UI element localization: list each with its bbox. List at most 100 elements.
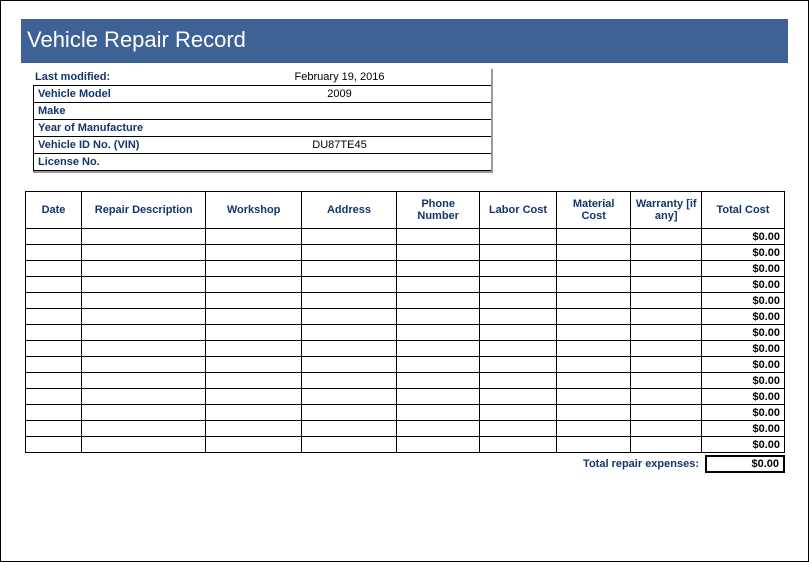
cell-address <box>301 245 396 261</box>
cell-workshop <box>206 293 301 309</box>
table-row: $0.00 <box>26 389 785 405</box>
table-row: $0.00 <box>26 437 785 453</box>
cell-workshop <box>206 309 301 325</box>
cell-desc <box>81 389 205 405</box>
cell-warranty <box>631 373 702 389</box>
cell-material <box>556 325 631 341</box>
cell-material <box>556 293 631 309</box>
cell-date <box>26 309 82 325</box>
cell-address <box>301 261 396 277</box>
license-value <box>188 153 491 171</box>
cell-material <box>556 245 631 261</box>
cell-address <box>301 309 396 325</box>
header-phone: Phone Number <box>397 192 480 229</box>
cell-warranty <box>631 245 702 261</box>
header-total: Total Cost <box>701 192 784 229</box>
header-workshop: Workshop <box>206 192 301 229</box>
cell-labor <box>480 405 557 421</box>
cell-warranty <box>631 277 702 293</box>
cell-date <box>26 437 82 453</box>
cell-date <box>26 325 82 341</box>
cell-material <box>556 277 631 293</box>
cell-workshop <box>206 229 301 245</box>
cell-phone <box>397 229 480 245</box>
cell-workshop <box>206 389 301 405</box>
make-label: Make <box>33 102 188 119</box>
cell-workshop <box>206 325 301 341</box>
cell-labor <box>480 341 557 357</box>
cell-labor <box>480 309 557 325</box>
cell-material <box>556 261 631 277</box>
cell-total: $0.00 <box>701 277 784 293</box>
repair-table: Date Repair Description Workshop Address… <box>25 191 785 453</box>
table-row: $0.00 <box>26 277 785 293</box>
cell-phone <box>397 357 480 373</box>
cell-total: $0.00 <box>701 229 784 245</box>
summary-label: Total repair expenses: <box>583 458 705 470</box>
cell-workshop <box>206 277 301 293</box>
cell-desc <box>81 245 205 261</box>
cell-warranty <box>631 309 702 325</box>
cell-total: $0.00 <box>701 245 784 261</box>
cell-address <box>301 277 396 293</box>
cell-labor <box>480 293 557 309</box>
cell-material <box>556 309 631 325</box>
cell-date <box>26 293 82 309</box>
cell-desc <box>81 357 205 373</box>
cell-address <box>301 325 396 341</box>
header-address: Address <box>301 192 396 229</box>
year-value <box>188 119 491 136</box>
cell-labor <box>480 357 557 373</box>
cell-labor <box>480 229 557 245</box>
cell-material <box>556 405 631 421</box>
cell-warranty <box>631 437 702 453</box>
cell-workshop <box>206 245 301 261</box>
cell-labor <box>480 325 557 341</box>
info-row-model: Vehicle Model 2009 <box>33 85 491 102</box>
year-label: Year of Manufacture <box>33 119 188 136</box>
cell-warranty <box>631 293 702 309</box>
table-row: $0.00 <box>26 357 785 373</box>
last-modified-value: February 19, 2016 <box>188 69 491 85</box>
summary-value: $0.00 <box>705 455 785 473</box>
cell-warranty <box>631 389 702 405</box>
cell-date <box>26 421 82 437</box>
page-container: Vehicle Repair Record Last modified: Feb… <box>0 0 809 562</box>
cell-date <box>26 261 82 277</box>
cell-phone <box>397 325 480 341</box>
cell-phone <box>397 341 480 357</box>
model-value: 2009 <box>188 85 491 102</box>
cell-address <box>301 389 396 405</box>
info-row-license: License No. <box>33 153 491 171</box>
table-row: $0.00 <box>26 421 785 437</box>
table-row: $0.00 <box>26 261 785 277</box>
cell-material <box>556 389 631 405</box>
cell-total: $0.00 <box>701 357 784 373</box>
cell-total: $0.00 <box>701 341 784 357</box>
cell-address <box>301 341 396 357</box>
cell-material <box>556 341 631 357</box>
cell-total: $0.00 <box>701 437 784 453</box>
cell-labor <box>480 421 557 437</box>
cell-desc <box>81 373 205 389</box>
cell-workshop <box>206 437 301 453</box>
info-row-vin: Vehicle ID No. (VIN) DU87TE45 <box>33 136 491 153</box>
header-labor: Labor Cost <box>480 192 557 229</box>
header-material: Material Cost <box>556 192 631 229</box>
info-row-last-modified: Last modified: February 19, 2016 <box>33 69 491 85</box>
cell-date <box>26 341 82 357</box>
cell-phone <box>397 373 480 389</box>
cell-phone <box>397 293 480 309</box>
table-row: $0.00 <box>26 229 785 245</box>
cell-date <box>26 245 82 261</box>
cell-phone <box>397 277 480 293</box>
cell-workshop <box>206 405 301 421</box>
cell-desc <box>81 229 205 245</box>
cell-phone <box>397 405 480 421</box>
cell-phone <box>397 261 480 277</box>
cell-workshop <box>206 421 301 437</box>
table-row: $0.00 <box>26 341 785 357</box>
cell-phone <box>397 421 480 437</box>
cell-desc <box>81 437 205 453</box>
header-date: Date <box>26 192 82 229</box>
